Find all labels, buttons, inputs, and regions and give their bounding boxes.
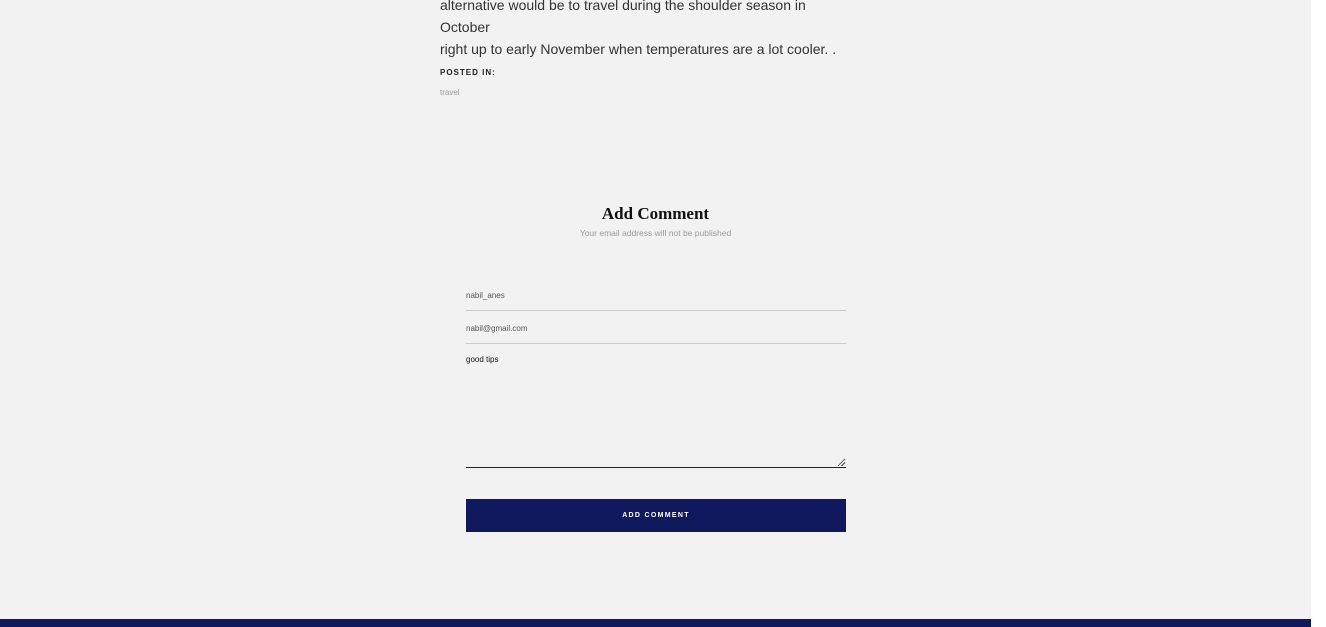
posted-in-label: POSTED IN: [440,68,496,77]
add-comment-button[interactable]: ADD COMMENT [466,499,846,532]
name-input-underline [466,310,846,311]
page: alternative would be to travel during th… [0,0,1311,627]
tag-link-travel[interactable]: travel [440,88,460,97]
comment-section-subtitle: Your email address will not be published [579,228,732,238]
resize-grip-icon[interactable] [837,458,845,466]
comment-section-title: Add Comment [601,204,710,223]
comment-textarea[interactable]: good tips [466,355,846,467]
email-input[interactable] [466,322,846,334]
article-line: alternative would be to travel during th… [440,0,806,35]
article-line: right up to early November when temperat… [440,41,837,57]
name-input[interactable] [466,289,846,301]
article-body: alternative would be to travel during th… [440,0,850,60]
footer-bar [0,619,1311,627]
email-input-underline [466,343,846,344]
comment-textarea-underline [466,467,846,468]
scrollbar-track[interactable] [1311,0,1326,627]
